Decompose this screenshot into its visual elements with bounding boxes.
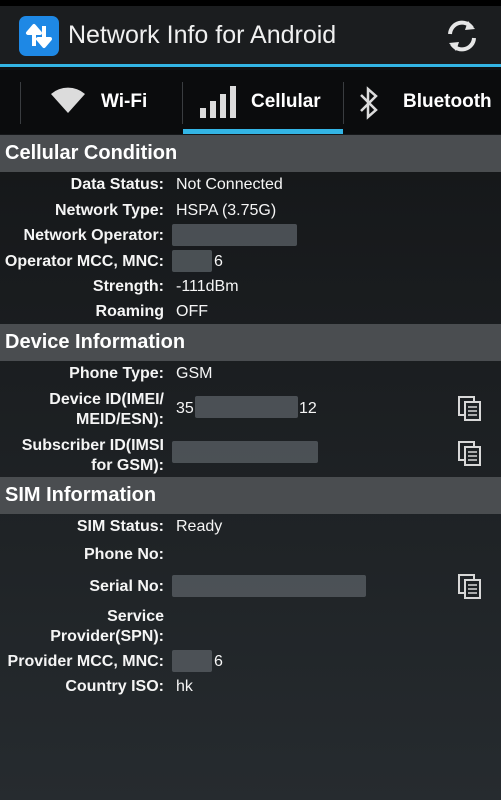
value-phone-type: GSM — [176, 365, 213, 382]
label-roaming: Roaming — [95, 303, 164, 320]
label-country-iso: Country ISO: — [65, 678, 164, 695]
refresh-icon[interactable] — [442, 16, 482, 56]
label-serial-no: Serial No: — [89, 578, 164, 595]
tab-bluetooth-label: Bluetooth — [403, 91, 492, 112]
action-bar: Network Info for Android — [0, 6, 501, 67]
bluetooth-icon — [358, 86, 380, 125]
tab-cellular-label: Cellular — [251, 91, 321, 112]
value-data-status: Not Connected — [176, 176, 283, 193]
label-operator-mcc-mnc: Operator MCC, MNC: — [4, 253, 164, 270]
value-device-id-prefix: 35 — [176, 400, 194, 417]
tab-cellular[interactable]: Cellular — [183, 70, 343, 134]
copy-icon[interactable] — [458, 396, 482, 422]
value-device-id-redacted — [195, 396, 298, 418]
copy-icon[interactable] — [458, 574, 482, 600]
tab-bluetooth[interactable]: Bluetooth — [344, 70, 501, 134]
value-country-iso: hk — [176, 678, 193, 695]
label-phone-no: Phone No: — [84, 546, 164, 563]
value-network-type: HSPA (3.75G) — [176, 202, 277, 219]
value-provider-mcc-suffix: 6 — [214, 653, 223, 670]
signal-bars-icon — [200, 86, 236, 123]
app-title: Network Info for Android — [68, 21, 337, 49]
label-phone-type: Phone Type: — [69, 365, 164, 382]
label-device-id-line1: Device ID(IMEI/ — [49, 391, 164, 408]
label-network-type: Network Type: — [54, 202, 164, 219]
value-operator-mcc-suffix: 6 — [214, 253, 223, 270]
label-device-id-line2: MEID/ESN): — [76, 411, 164, 428]
label-provider-mcc-mnc: Provider MCC, MNC: — [7, 653, 164, 670]
value-roaming: OFF — [176, 303, 208, 320]
label-strength: Strength: — [92, 278, 164, 295]
section-header-device: Device Information — [0, 324, 501, 361]
value-operator-mcc-redacted — [172, 250, 212, 272]
value-serial-no-redacted — [172, 575, 366, 597]
label-subscriber-id-line1: Subscriber ID(IMSI — [21, 437, 164, 454]
value-device-id-suffix: 12 — [299, 400, 317, 417]
value-subscriber-id-redacted — [172, 441, 318, 463]
label-spn-line2: Provider(SPN): — [50, 628, 164, 645]
tab-wifi[interactable]: Wi-Fi — [21, 70, 182, 134]
section-header-cellular: Cellular Condition — [0, 135, 501, 172]
value-strength: -111dBm — [176, 278, 239, 295]
label-sim-status: SIM Status: — [76, 518, 164, 535]
value-sim-status: Ready — [176, 518, 223, 535]
label-data-status: Data Status: — [70, 176, 164, 193]
wifi-icon — [51, 86, 85, 119]
section-header-sim: SIM Information — [0, 477, 501, 514]
tab-wifi-label: Wi-Fi — [101, 91, 148, 112]
content-panel: Cellular Condition Data Status: Not Conn… — [0, 134, 501, 800]
label-spn-line1: Service — [107, 608, 164, 625]
value-network-operator-redacted — [172, 224, 297, 246]
tab-bar: Wi-Fi Cellular Bluetooth — [0, 70, 501, 134]
label-subscriber-id-line2: for GSM): — [91, 457, 164, 474]
copy-icon[interactable] — [458, 441, 482, 467]
app-logo-icon — [19, 16, 59, 56]
label-network-operator: Network Operator: — [23, 227, 164, 244]
value-provider-mcc-redacted — [172, 650, 212, 672]
